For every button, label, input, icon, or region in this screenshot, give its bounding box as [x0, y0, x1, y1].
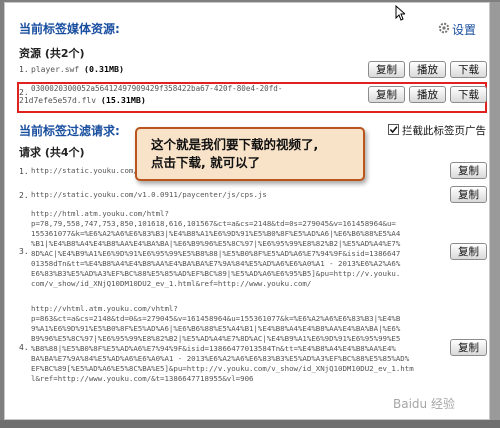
- request-4-url-line-1: http://vhtml.atm.youku.com/vhtml?: [31, 304, 178, 313]
- media-resources-title: 当前标签媒体资源:: [19, 22, 120, 36]
- requests-subtitle: 请求 (共4个): [19, 146, 85, 159]
- request-3-url-line-2: p=78,79,558,747,753,850,101618,616,10156…: [31, 219, 396, 228]
- block-ads-checkbox[interactable]: [388, 124, 399, 135]
- annotation-callout: 这个就是我们要下载的视频了, 点击下载, 就可以了: [135, 127, 365, 181]
- resource-2-name-line2-row: 21d7efe5e57d.flv (15.31MB): [19, 95, 146, 106]
- watermark: Baidu 经验: [393, 397, 455, 411]
- resource-2-play-button[interactable]: 播放: [409, 86, 446, 103]
- resource-1-size: (0.31MB): [84, 64, 124, 74]
- mouse-cursor-icon: [395, 5, 405, 21]
- resource-1-name: player.swf: [31, 65, 80, 74]
- resource-2-name-line2: 21d7efe5e57d.flv: [19, 96, 97, 105]
- request-3-number: 3.: [19, 247, 29, 256]
- block-ads-label: 拦截此标签页广告: [402, 125, 486, 137]
- annotation-line-1: 这个就是我们要下载的视频了,: [151, 137, 319, 152]
- media-sniffer-panel: 当前标签媒体资源: 设置 资源 (共2个) 1. player.swf (0.3…: [4, 2, 490, 420]
- request-2-url: http://static.youku.com/v1.0.0911/paycen…: [31, 190, 267, 199]
- resource-2-copy-button[interactable]: 复制: [368, 86, 405, 103]
- gear-icon[interactable]: [438, 22, 450, 34]
- request-4-url-line-5: %B8%88|%E5%B0%8F%E5%AD%A6%E7%94%9F&isid=…: [31, 344, 396, 353]
- request-4-number: 4.: [19, 343, 29, 352]
- request-2-copy-button[interactable]: 复制: [450, 186, 487, 203]
- request-3-url-line-7: E6%83%B3%E5%AD%A3%EF%BC%88%E5%85%AD%EF%B…: [31, 269, 401, 278]
- request-4-copy-button[interactable]: 复制: [450, 339, 487, 356]
- request-4-url-line-6: BA%BA%E7%9A%84%E5%AD%A6%E6%A0%A1 - 2013%…: [31, 354, 410, 363]
- resource-1-row: player.swf (0.31MB): [31, 64, 124, 75]
- request-3-url-line-1: http://html.atm.youku.com/html?: [31, 209, 169, 218]
- resource-1-number: 1.: [19, 65, 29, 74]
- checkmark-icon: [389, 126, 398, 134]
- resource-2-name-line1: 0300020300052a56412497909429f358422ba67-…: [31, 84, 283, 93]
- request-4-url-line-8: l&ref=http://www.youku.com/&t=1386647718…: [31, 374, 254, 383]
- request-3-url-line-3: 155361077&k=%E6%A2%A6%E6%83%B3|%E4%B8%A1…: [31, 229, 401, 238]
- resource-1-copy-button[interactable]: 复制: [368, 61, 405, 78]
- request-4-url-line-4: B9%96%E5%8C%97|%E6%95%99%E8%82%B2|%E5%AD…: [31, 334, 401, 343]
- request-3-url-line-8: com/v_show/id_XNjQ10DM10DU2_ev_1.html&re…: [31, 279, 312, 288]
- page-scrollbar[interactable]: [490, 2, 500, 420]
- settings-link[interactable]: 设置: [452, 21, 476, 38]
- request-3-url-line-6: 01358dTn&tt=%E4%B8%A4%E4%B8%AA%E4%BA%BA%…: [31, 259, 401, 268]
- resource-1-play-button[interactable]: 播放: [409, 61, 446, 78]
- request-4-url-line-3: 9%A1%E6%9D%91%E5%B0%8F%E5%AD%A6|%E6%B6%8…: [31, 324, 401, 333]
- resource-2-download-button[interactable]: 下载: [450, 86, 487, 103]
- request-1-copy-button[interactable]: 复制: [450, 162, 487, 179]
- request-3-url-line-4: %B1|%E4%B8%A4%E4%B8%AA%E4%BA%BA|%E6%B9%9…: [31, 239, 401, 248]
- request-1-number: 1.: [19, 167, 29, 176]
- bottom-background-strip: [0, 420, 500, 428]
- resource-1-download-button[interactable]: 下载: [450, 61, 487, 78]
- request-4-url-line-2: p=863&ct=a&cs=2148&td=0&s=279045&v=16145…: [31, 314, 401, 323]
- filter-requests-title: 当前标签过滤请求:: [19, 124, 120, 138]
- request-3-copy-button[interactable]: 复制: [450, 243, 487, 260]
- annotation-line-2: 点击下载, 就可以了: [151, 155, 261, 170]
- request-2-number: 2.: [19, 191, 29, 200]
- resources-subtitle: 资源 (共2个): [19, 47, 85, 60]
- request-4-url-line-7: EF%BC%89[%E5%AD%A6%E5%8C%BA%E5]&pu=http:…: [31, 364, 414, 373]
- request-3-url-line-5: 8D%AC|%E4%B9%A1%E6%9D%91%E6%95%99%E5%B8%…: [31, 249, 401, 258]
- annotation-text: 这个就是我们要下载的视频了, 点击下载, 就可以了: [151, 136, 318, 172]
- resource-2-size: (15.31MB): [100, 95, 146, 105]
